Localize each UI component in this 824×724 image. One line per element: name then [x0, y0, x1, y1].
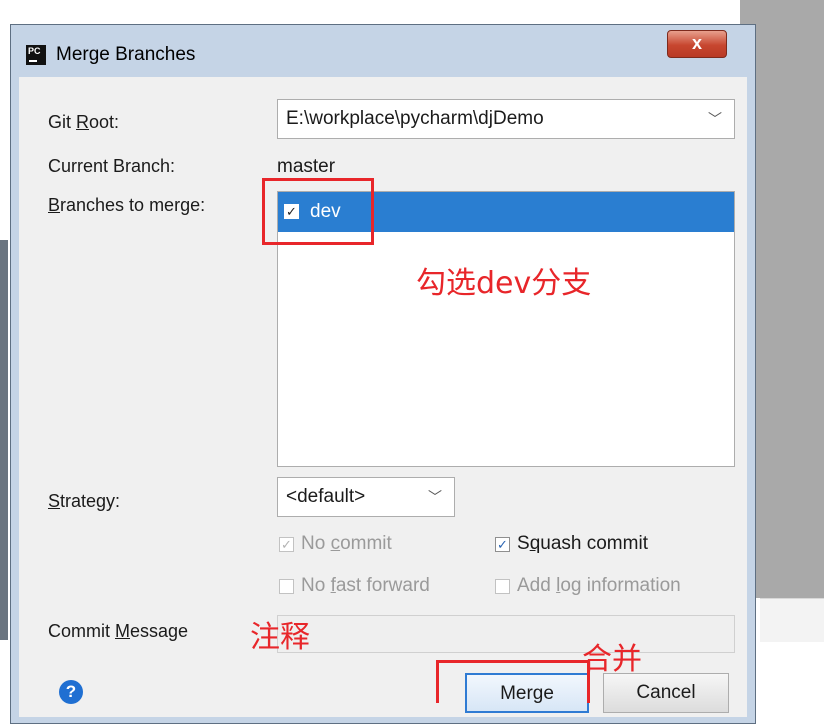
title-bar[interactable]: PC Merge Branches x — [11, 25, 755, 77]
no-fast-forward-checkbox[interactable] — [279, 579, 294, 594]
no-fast-forward-label: No fast forward — [301, 575, 430, 596]
git-root-dropdown[interactable]: E:\workplace\pycharm\djDemo ﹀ — [277, 99, 735, 139]
annotation-merge: 合并 — [582, 642, 642, 677]
chevron-down-icon: ﹀ — [428, 489, 442, 505]
current-branch-label: Current Branch: — [48, 156, 176, 176]
annotation-box-merge — [436, 660, 590, 703]
help-icon[interactable]: ? — [59, 680, 83, 704]
desktop-panel — [760, 598, 824, 642]
git-root-value: E:\workplace\pycharm\djDemo — [286, 108, 544, 129]
background-window-edge — [0, 240, 8, 640]
branches-to-merge-label: Branches to merge: — [48, 195, 206, 215]
add-log-information-label: Add log information — [517, 575, 681, 596]
strategy-label: Strategy: — [48, 491, 121, 511]
strategy-dropdown[interactable]: <default> ﹀ — [277, 477, 455, 517]
commit-message-field[interactable] — [277, 615, 735, 653]
no-commit-checkbox[interactable]: ✓ — [279, 537, 294, 552]
strategy-value: <default> — [286, 486, 366, 507]
annotation-check-dev: 勾选dev分支 — [416, 266, 592, 301]
merge-branches-dialog: PC Merge Branches x Git Root: E:\workpla… — [10, 24, 756, 724]
annotation-comment: 注释 — [250, 620, 310, 655]
pycharm-icon: PC — [26, 45, 46, 65]
squash-commit-checkbox[interactable]: ✓ — [495, 537, 510, 552]
chevron-down-icon: ﹀ — [708, 111, 722, 127]
close-button[interactable]: x — [667, 30, 727, 58]
cancel-button[interactable]: Cancel — [603, 673, 729, 713]
window-title: Merge Branches — [56, 44, 196, 65]
dialog-content: Git Root: E:\workplace\pycharm\djDemo ﹀ … — [19, 77, 747, 717]
git-root-label: Git Root: — [48, 112, 120, 132]
no-commit-label: No commit — [301, 533, 392, 554]
annotation-box-dev — [262, 178, 374, 245]
current-branch-value: master — [277, 156, 336, 177]
squash-commit-label: Squash commit — [517, 533, 648, 554]
commit-message-label: Commit Message — [48, 621, 189, 641]
add-log-information-checkbox[interactable] — [495, 579, 510, 594]
